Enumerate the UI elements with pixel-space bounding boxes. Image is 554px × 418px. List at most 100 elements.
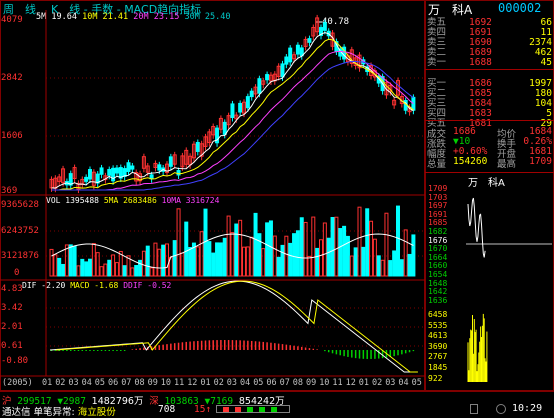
candle-body xyxy=(249,90,254,98)
volume-bar xyxy=(249,236,254,277)
volume-bar xyxy=(180,252,185,277)
volume-bar xyxy=(388,260,393,277)
volume-bar xyxy=(234,223,239,277)
volume-bar xyxy=(392,250,397,277)
volume-bar xyxy=(122,265,127,277)
time-axis-label: 05 xyxy=(253,378,264,388)
time-axis-label: 07 xyxy=(121,378,132,388)
divider xyxy=(425,120,554,121)
volume-bar xyxy=(134,265,139,277)
volume-bar xyxy=(149,267,154,277)
divider xyxy=(425,69,554,70)
time-axis-label: 06 xyxy=(266,378,277,388)
volume-bar xyxy=(153,242,158,277)
scroll-left-button[interactable] xyxy=(470,404,478,414)
volume-bar xyxy=(49,248,54,277)
volume-bar xyxy=(299,217,304,277)
mini-volume-tick: 2767 xyxy=(428,352,448,362)
candle-body xyxy=(295,44,300,55)
stat-row: 总量 154260 最高 1709 xyxy=(425,156,554,170)
mini-price-tick: 1636 xyxy=(428,295,448,305)
volume-bar xyxy=(130,267,135,277)
volume-bar xyxy=(330,217,335,277)
candle-body xyxy=(288,47,293,63)
time-axis-label: 12 xyxy=(187,378,198,388)
quote-stats: 成交 1686 均价 1684 涨跌 ▼10 换手 0.26% 幅度 +0.60% 开盘 1681 总量… xyxy=(425,126,554,170)
volume-bar xyxy=(141,250,146,277)
time-axis-label: 09 xyxy=(147,378,158,388)
time-axis-label: 07 xyxy=(279,378,290,388)
mini-volume-tick: 3690 xyxy=(428,341,448,351)
mini-volume-tick: 922 xyxy=(428,373,443,383)
time-axis-label: 08 xyxy=(134,378,145,388)
ticker-count: 15↑ xyxy=(194,404,212,415)
time-axis-label: 04 xyxy=(398,378,409,388)
candle-body xyxy=(195,141,200,152)
time-axis-label: 02 xyxy=(55,378,66,388)
kline-chart-svg[interactable] xyxy=(0,0,425,391)
time-axis-label: 06 xyxy=(108,378,119,388)
volume-bar xyxy=(407,253,412,277)
time-axis-label: 02 xyxy=(372,378,383,388)
volume-bar xyxy=(211,252,216,277)
stock-name[interactable]: 万 科A xyxy=(428,1,472,18)
volume-bar xyxy=(322,222,327,277)
divider xyxy=(425,172,554,173)
time-axis-label: 11 xyxy=(174,378,185,388)
candle-body xyxy=(265,74,270,81)
volume-bar xyxy=(315,247,320,277)
volume-bar xyxy=(230,232,235,277)
volume-bar xyxy=(195,246,200,277)
time-axis-label: 03 xyxy=(68,378,79,388)
volume-bar xyxy=(396,205,400,277)
volume-bar xyxy=(188,247,193,277)
volume-bar xyxy=(53,254,58,277)
volume-bar xyxy=(199,231,204,277)
volume-bar xyxy=(307,255,312,277)
candle-body xyxy=(284,56,289,65)
candle-body xyxy=(126,162,131,172)
volume-bar xyxy=(107,259,112,277)
candle-body xyxy=(114,167,119,174)
volume-bar xyxy=(111,254,116,277)
volume-bar xyxy=(103,263,108,277)
volume-bar xyxy=(261,248,266,277)
ticker-signal-bar xyxy=(216,405,290,413)
volume-bar xyxy=(326,237,331,277)
volume-bar xyxy=(276,256,281,277)
volume-bar xyxy=(399,259,404,277)
ticker-stock[interactable]: 海立股份 xyxy=(78,407,116,418)
mini-volume-tick: 1845 xyxy=(428,363,448,372)
volume-bar xyxy=(311,216,316,277)
volume-bar xyxy=(265,222,270,277)
volume-bar xyxy=(88,258,92,277)
stock-code[interactable]: 000002 xyxy=(498,1,541,15)
candle-body xyxy=(130,165,135,170)
candle-body xyxy=(257,78,262,94)
volume-bar xyxy=(95,252,100,277)
mini-price-line xyxy=(467,197,486,258)
volume-bar xyxy=(57,257,62,277)
order-level-label: 卖一 xyxy=(427,57,447,68)
volume-bar xyxy=(114,262,119,277)
volume-bar xyxy=(303,221,308,277)
ask-row[interactable]: 卖一 1688 45 xyxy=(425,58,554,68)
time-axis-label: 11 xyxy=(332,378,343,388)
order-volume: 45 xyxy=(540,57,552,68)
volume-bar xyxy=(222,237,227,277)
time-axis: (2005) 01 02 03 04 05 06 07 08 09 10 11 12 01 02 03 04 05… xyxy=(0,378,425,390)
ticker-caption: 单笔异常: xyxy=(33,407,75,418)
volume-bar xyxy=(172,240,177,277)
time-axis-label: 01 xyxy=(200,378,211,388)
candle-body xyxy=(157,164,162,171)
time-axis-label: 05 xyxy=(411,378,422,388)
stat-label: 总量 xyxy=(427,159,447,170)
intraday-mini-chart[interactable] xyxy=(466,184,552,384)
time-axis-label: 10 xyxy=(319,378,330,388)
mini-volume-tick: 4613 xyxy=(428,331,448,341)
clock-icon xyxy=(496,404,506,414)
volume-bar xyxy=(61,263,66,277)
app-name[interactable]: 通达信 xyxy=(2,407,31,418)
time-axis-label: 03 xyxy=(385,378,396,388)
time-axis-label: 02 xyxy=(213,378,224,388)
